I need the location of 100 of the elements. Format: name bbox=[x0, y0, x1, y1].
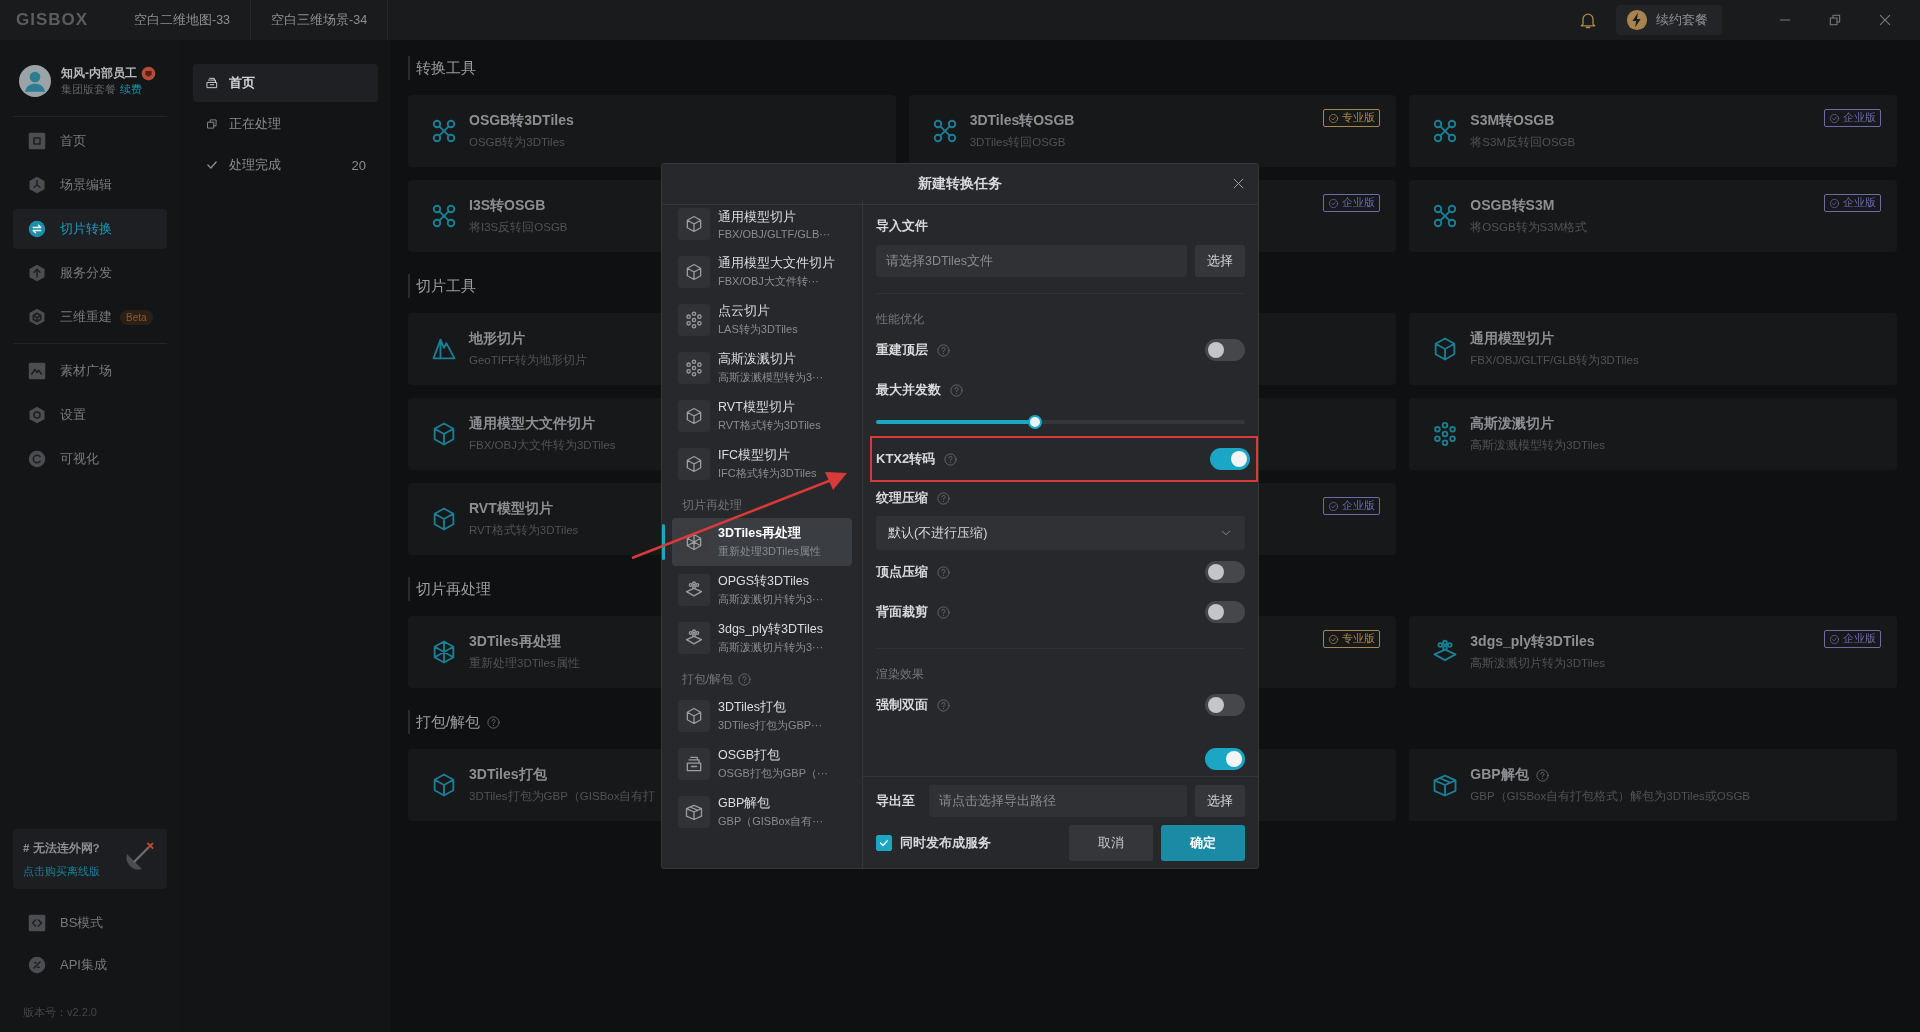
toggle-switch[interactable] bbox=[1210, 448, 1250, 470]
nav-item[interactable]: 首页 bbox=[13, 121, 167, 161]
card-title: 3dgs_ply转3DTiles bbox=[1470, 633, 1595, 651]
check-circle-icon bbox=[1328, 633, 1340, 645]
app-logo: GISBOX bbox=[16, 10, 90, 30]
edition-tag: 专业版 bbox=[1323, 630, 1381, 648]
dots-cluster-icon bbox=[684, 310, 704, 330]
toggle-switch[interactable] bbox=[1205, 561, 1245, 583]
check-circle-icon bbox=[1328, 197, 1340, 209]
close-icon[interactable] bbox=[1877, 12, 1893, 28]
card-title: OSGB转S3M bbox=[1470, 197, 1555, 215]
dropdown[interactable]: 默认(不进行压缩) bbox=[876, 516, 1245, 550]
nav-item[interactable]: 三维重建 Beta bbox=[13, 297, 167, 337]
edition-tag: 企业版 bbox=[1824, 630, 1881, 648]
edition-tag: 专业版 bbox=[1323, 109, 1381, 127]
nav-item[interactable]: API集成 bbox=[13, 945, 167, 985]
upload-arrow-icon bbox=[28, 264, 46, 282]
tool-list-item[interactable]: 3DTiles打包 3DTiles打包为GBP··· bbox=[672, 692, 852, 740]
cube-icon bbox=[28, 308, 46, 326]
network-icon bbox=[430, 117, 458, 145]
card-title: 通用模型大文件切片 bbox=[469, 415, 595, 433]
section-title: 切片工具 bbox=[416, 276, 476, 296]
selection-bar bbox=[662, 524, 665, 560]
close-icon[interactable] bbox=[1231, 176, 1246, 191]
card-title: OSGB转3DTiles bbox=[469, 112, 574, 130]
card-title: 通用模型切片 bbox=[1470, 330, 1555, 348]
nav-item[interactable]: 素材广场 bbox=[13, 351, 167, 391]
edition-tag: 企业版 bbox=[1824, 109, 1881, 127]
cube-icon bbox=[684, 532, 704, 552]
edition-tag: 企业版 bbox=[1824, 194, 1881, 212]
card-title: GBP解包 bbox=[1470, 766, 1529, 784]
beta-tag: Beta bbox=[120, 309, 153, 325]
nav-item[interactable]: 设置 bbox=[13, 395, 167, 435]
card-title: 3DTiles再处理 bbox=[469, 633, 561, 651]
choose-button[interactable]: 选择 bbox=[1195, 785, 1245, 817]
nav-item[interactable]: 服务分发 bbox=[13, 253, 167, 293]
checkbox-label: 同时发布成服务 bbox=[900, 834, 991, 852]
cube-icon bbox=[684, 454, 704, 474]
subnav-item[interactable]: 正在处理 bbox=[193, 105, 378, 143]
toggle-switch[interactable] bbox=[1205, 748, 1245, 770]
code-brackets-icon bbox=[28, 914, 46, 932]
checkmark-icon bbox=[878, 837, 890, 849]
toggle-switch[interactable] bbox=[1205, 339, 1245, 361]
edition-tag: 企业版 bbox=[1323, 497, 1381, 515]
section-title: 切片再处理 bbox=[416, 579, 491, 599]
slider-track[interactable] bbox=[876, 414, 1245, 430]
box-icon bbox=[684, 802, 704, 822]
subnav-item[interactable]: 首页 bbox=[193, 64, 378, 102]
toggle-switch[interactable] bbox=[1205, 694, 1245, 716]
renew-link[interactable]: 续费 bbox=[120, 82, 142, 97]
lightning-icon bbox=[1626, 9, 1648, 31]
edition-tag: 企业版 bbox=[1323, 194, 1381, 212]
tool-list-item[interactable]: OPGS转3DTiles 高斯泼溅切片转为3··· bbox=[672, 566, 852, 614]
nav-item[interactable]: 可视化 bbox=[13, 439, 167, 479]
group-label: 切片再处理 bbox=[682, 496, 742, 514]
cancel-button[interactable]: 取消 bbox=[1069, 825, 1153, 861]
card-title: RVT模型切片 bbox=[469, 500, 553, 518]
nav-item[interactable]: 场景编辑 bbox=[13, 165, 167, 205]
tool-list-item[interactable]: 3dgs_ply转3DTiles 高斯泼溅切片转为3··· bbox=[672, 614, 852, 662]
check-circle-icon bbox=[1829, 633, 1840, 645]
file-path-field[interactable]: 请选择3DTiles文件 bbox=[876, 245, 1187, 277]
section-title: 打包/解包 bbox=[416, 712, 481, 732]
slider-thumb[interactable] bbox=[1027, 415, 1042, 429]
card-title: 3DTiles转OSGB bbox=[969, 112, 1075, 130]
export-path-field[interactable]: 请点击选择导出路径 bbox=[929, 785, 1187, 817]
renew-plan-button[interactable]: 续约套餐 bbox=[1616, 5, 1722, 35]
buy-offline-link[interactable]: 点击购买离线版 bbox=[23, 864, 100, 879]
check-circle-icon bbox=[1328, 112, 1340, 124]
confirm-button[interactable]: 确定 bbox=[1161, 825, 1245, 861]
tray-icon bbox=[684, 754, 704, 774]
setting-label: 顶点压缩 bbox=[876, 563, 928, 581]
dots-cluster-icon bbox=[684, 358, 704, 378]
circle-letter-icon bbox=[28, 450, 46, 468]
check-circle-icon bbox=[1328, 500, 1340, 512]
toggle-switch[interactable] bbox=[1205, 601, 1245, 623]
swap-arrows-icon bbox=[28, 220, 46, 238]
cube-icon bbox=[684, 214, 704, 234]
setting-label: 强制双面 bbox=[876, 696, 928, 714]
medal-icon bbox=[141, 66, 156, 81]
nav-item[interactable]: BS模式 bbox=[13, 903, 167, 943]
cube-icon bbox=[684, 406, 704, 426]
card-title: I3S转OSGB bbox=[469, 197, 546, 215]
check-circle-icon bbox=[1829, 112, 1840, 124]
avatar-icon bbox=[19, 65, 51, 97]
restore-icon[interactable] bbox=[1827, 12, 1843, 28]
card-title: 高斯泼溅切片 bbox=[1470, 415, 1555, 433]
mountain-icon bbox=[28, 362, 46, 380]
check-circle-icon bbox=[1829, 197, 1840, 209]
checkbox[interactable] bbox=[876, 835, 892, 851]
card-title: 3DTiles打包 bbox=[469, 766, 547, 784]
tool-list-item[interactable]: 通用模型切片 FBX/OBJ/GLTF/GLB··· bbox=[672, 200, 852, 248]
subnav-item[interactable]: 处理完成 20 bbox=[193, 146, 378, 184]
card-title: S3M转OSGB bbox=[1470, 112, 1555, 130]
plan-label: 集团版套餐 bbox=[61, 82, 116, 97]
nav-item[interactable]: 切片转换 bbox=[13, 209, 167, 249]
card-title: 地形切片 bbox=[469, 330, 525, 348]
user-name: 知风-内部员工 bbox=[61, 65, 137, 82]
choose-button[interactable]: 选择 bbox=[1195, 245, 1245, 277]
group-label: 打包/解包 bbox=[682, 670, 734, 688]
cube-icon bbox=[684, 262, 704, 282]
